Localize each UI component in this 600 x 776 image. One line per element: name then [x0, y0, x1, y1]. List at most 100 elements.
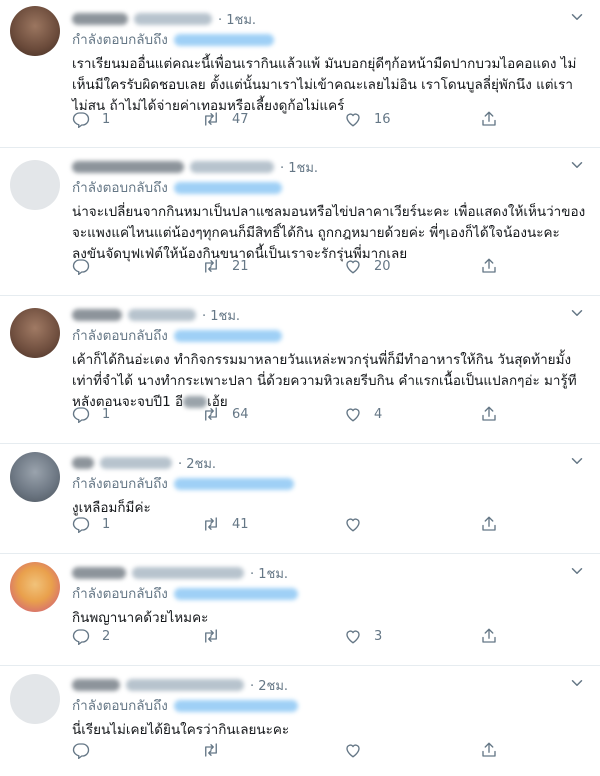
share-button[interactable]	[480, 740, 498, 760]
display-name-redacted[interactable]	[72, 567, 126, 579]
avatar[interactable]	[10, 674, 60, 724]
reply-tweet[interactable]: · 2ชม. กำลังตอบกลับถึง นี่เรียนไม่เคยได้…	[0, 666, 600, 776]
display-name-redacted[interactable]	[72, 309, 122, 321]
avatar[interactable]	[10, 6, 60, 56]
like-button[interactable]: 3	[344, 626, 382, 646]
share-button[interactable]	[480, 256, 498, 276]
chevron-down-icon[interactable]	[568, 562, 586, 580]
handle-redacted[interactable]	[100, 457, 172, 469]
replying-to-label: กำลังตอบกลับถึง	[72, 32, 168, 48]
replying-to-label: กำลังตอบกลับถึง	[72, 586, 168, 602]
avatar[interactable]	[10, 452, 60, 502]
share-button[interactable]	[480, 626, 498, 646]
handle-redacted[interactable]	[190, 161, 274, 173]
retweet-button[interactable]: 64	[202, 404, 249, 424]
reply-icon	[72, 110, 90, 128]
avatar[interactable]	[10, 308, 60, 358]
mention-redacted[interactable]	[173, 588, 298, 600]
avatar[interactable]	[10, 562, 60, 612]
reply-button[interactable]: 1	[72, 514, 110, 534]
handle-redacted[interactable]	[134, 13, 212, 25]
timestamp[interactable]: · 1ชม.	[202, 305, 240, 326]
share-button[interactable]	[480, 109, 498, 129]
reply-button[interactable]: 1	[72, 109, 110, 129]
mention-redacted[interactable]	[173, 478, 294, 490]
retweet-button[interactable]: 21	[202, 256, 249, 276]
reply-button[interactable]	[72, 256, 102, 276]
display-name-redacted[interactable]	[72, 161, 184, 173]
mention-redacted[interactable]	[173, 182, 282, 194]
chevron-down-icon[interactable]	[568, 156, 586, 174]
mention-redacted[interactable]	[173, 700, 298, 712]
replying-to: กำลังตอบกลับถึง	[72, 178, 586, 198]
reply-tweet[interactable]: · 1ชม. กำลังตอบกลับถึง เราเรียนมออื่นแต่…	[0, 0, 600, 148]
tweet-header: · 1ชม.	[72, 8, 586, 30]
chevron-down-icon[interactable]	[568, 8, 586, 26]
like-button[interactable]: 20	[344, 256, 391, 276]
tweet-header: · 1ชม.	[72, 156, 586, 178]
heart-icon	[344, 627, 362, 645]
reply-button[interactable]: 1	[72, 404, 110, 424]
timestamp[interactable]: · 1ชม.	[250, 563, 288, 584]
share-button[interactable]	[480, 514, 498, 534]
retweet-icon	[202, 627, 220, 645]
reply-button[interactable]	[72, 740, 102, 760]
display-name-redacted[interactable]	[72, 13, 128, 25]
like-button[interactable]: 16	[344, 109, 391, 129]
retweet-count: 21	[232, 258, 249, 274]
reply-tweet[interactable]: · 2ชม. กำลังตอบกลับถึง งูเหลือมก็มีค่ะ 1…	[0, 444, 600, 554]
retweet-button[interactable]	[202, 626, 232, 646]
timestamp[interactable]: · 1ชม.	[280, 157, 318, 178]
share-icon	[480, 257, 498, 275]
replying-to-label: กำลังตอบกลับถึง	[72, 328, 168, 344]
replying-to-label: กำลังตอบกลับถึง	[72, 698, 168, 714]
timestamp[interactable]: · 2ชม.	[250, 675, 288, 696]
retweet-icon	[202, 405, 220, 423]
heart-icon	[344, 515, 362, 533]
handle-redacted[interactable]	[132, 567, 244, 579]
reply-count: 1	[102, 516, 111, 532]
mention-redacted[interactable]	[173, 34, 274, 46]
timestamp[interactable]: · 2ชม.	[178, 453, 216, 474]
like-button[interactable]: 4	[344, 404, 382, 424]
heart-icon	[344, 405, 362, 423]
reply-count: 1	[102, 111, 111, 127]
reply-tweet[interactable]: · 1ชม. กำลังตอบกลับถึง น่าจะเปลี่ยนจากกิ…	[0, 148, 600, 296]
heart-icon	[344, 257, 362, 275]
mention-redacted[interactable]	[173, 330, 282, 342]
reply-tweet[interactable]: · 1ชม. กำลังตอบกลับถึง กินพญานาคด้วยไหมค…	[0, 554, 600, 666]
replying-to: กำลังตอบกลับถึง	[72, 326, 586, 346]
tweet-text: น่าจะเปลี่ยนจากกินหมาเป็นปลาแซลมอนหรือไข…	[72, 204, 586, 262]
reply-icon	[72, 741, 90, 759]
reply-icon	[72, 257, 90, 275]
share-icon	[480, 515, 498, 533]
retweet-button[interactable]: 41	[202, 514, 249, 534]
retweet-icon	[202, 515, 220, 533]
like-button[interactable]	[344, 514, 374, 534]
chevron-down-icon[interactable]	[568, 304, 586, 322]
like-button[interactable]	[344, 740, 374, 760]
retweet-button[interactable]: 47	[202, 109, 249, 129]
tweet-header: · 1ชม.	[72, 562, 586, 584]
heart-icon	[344, 741, 362, 759]
handle-redacted[interactable]	[128, 309, 196, 321]
display-name-redacted[interactable]	[72, 457, 94, 469]
share-button[interactable]	[480, 404, 498, 424]
share-icon	[480, 741, 498, 759]
chevron-down-icon[interactable]	[568, 452, 586, 470]
chevron-down-icon[interactable]	[568, 674, 586, 692]
timestamp[interactable]: · 1ชม.	[218, 9, 256, 30]
retweet-button[interactable]	[202, 740, 232, 760]
display-name-redacted[interactable]	[72, 679, 120, 691]
tweet-text-part: เค้าก็ได้กินอ่ะเตง ทำกิจกรรมมาหลายวันแหล…	[72, 352, 577, 410]
reply-button[interactable]: 2	[72, 626, 110, 646]
share-icon	[480, 405, 498, 423]
tweet-header: · 2ชม.	[72, 452, 586, 474]
like-count: 3	[374, 628, 383, 644]
retweet-count: 41	[232, 516, 249, 532]
reply-tweet[interactable]: · 1ชม. กำลังตอบกลับถึง เค้าก็ได้กินอ่ะเต…	[0, 296, 600, 444]
handle-redacted[interactable]	[126, 679, 244, 691]
avatar[interactable]	[10, 160, 60, 210]
retweet-icon	[202, 741, 220, 759]
retweet-icon	[202, 257, 220, 275]
